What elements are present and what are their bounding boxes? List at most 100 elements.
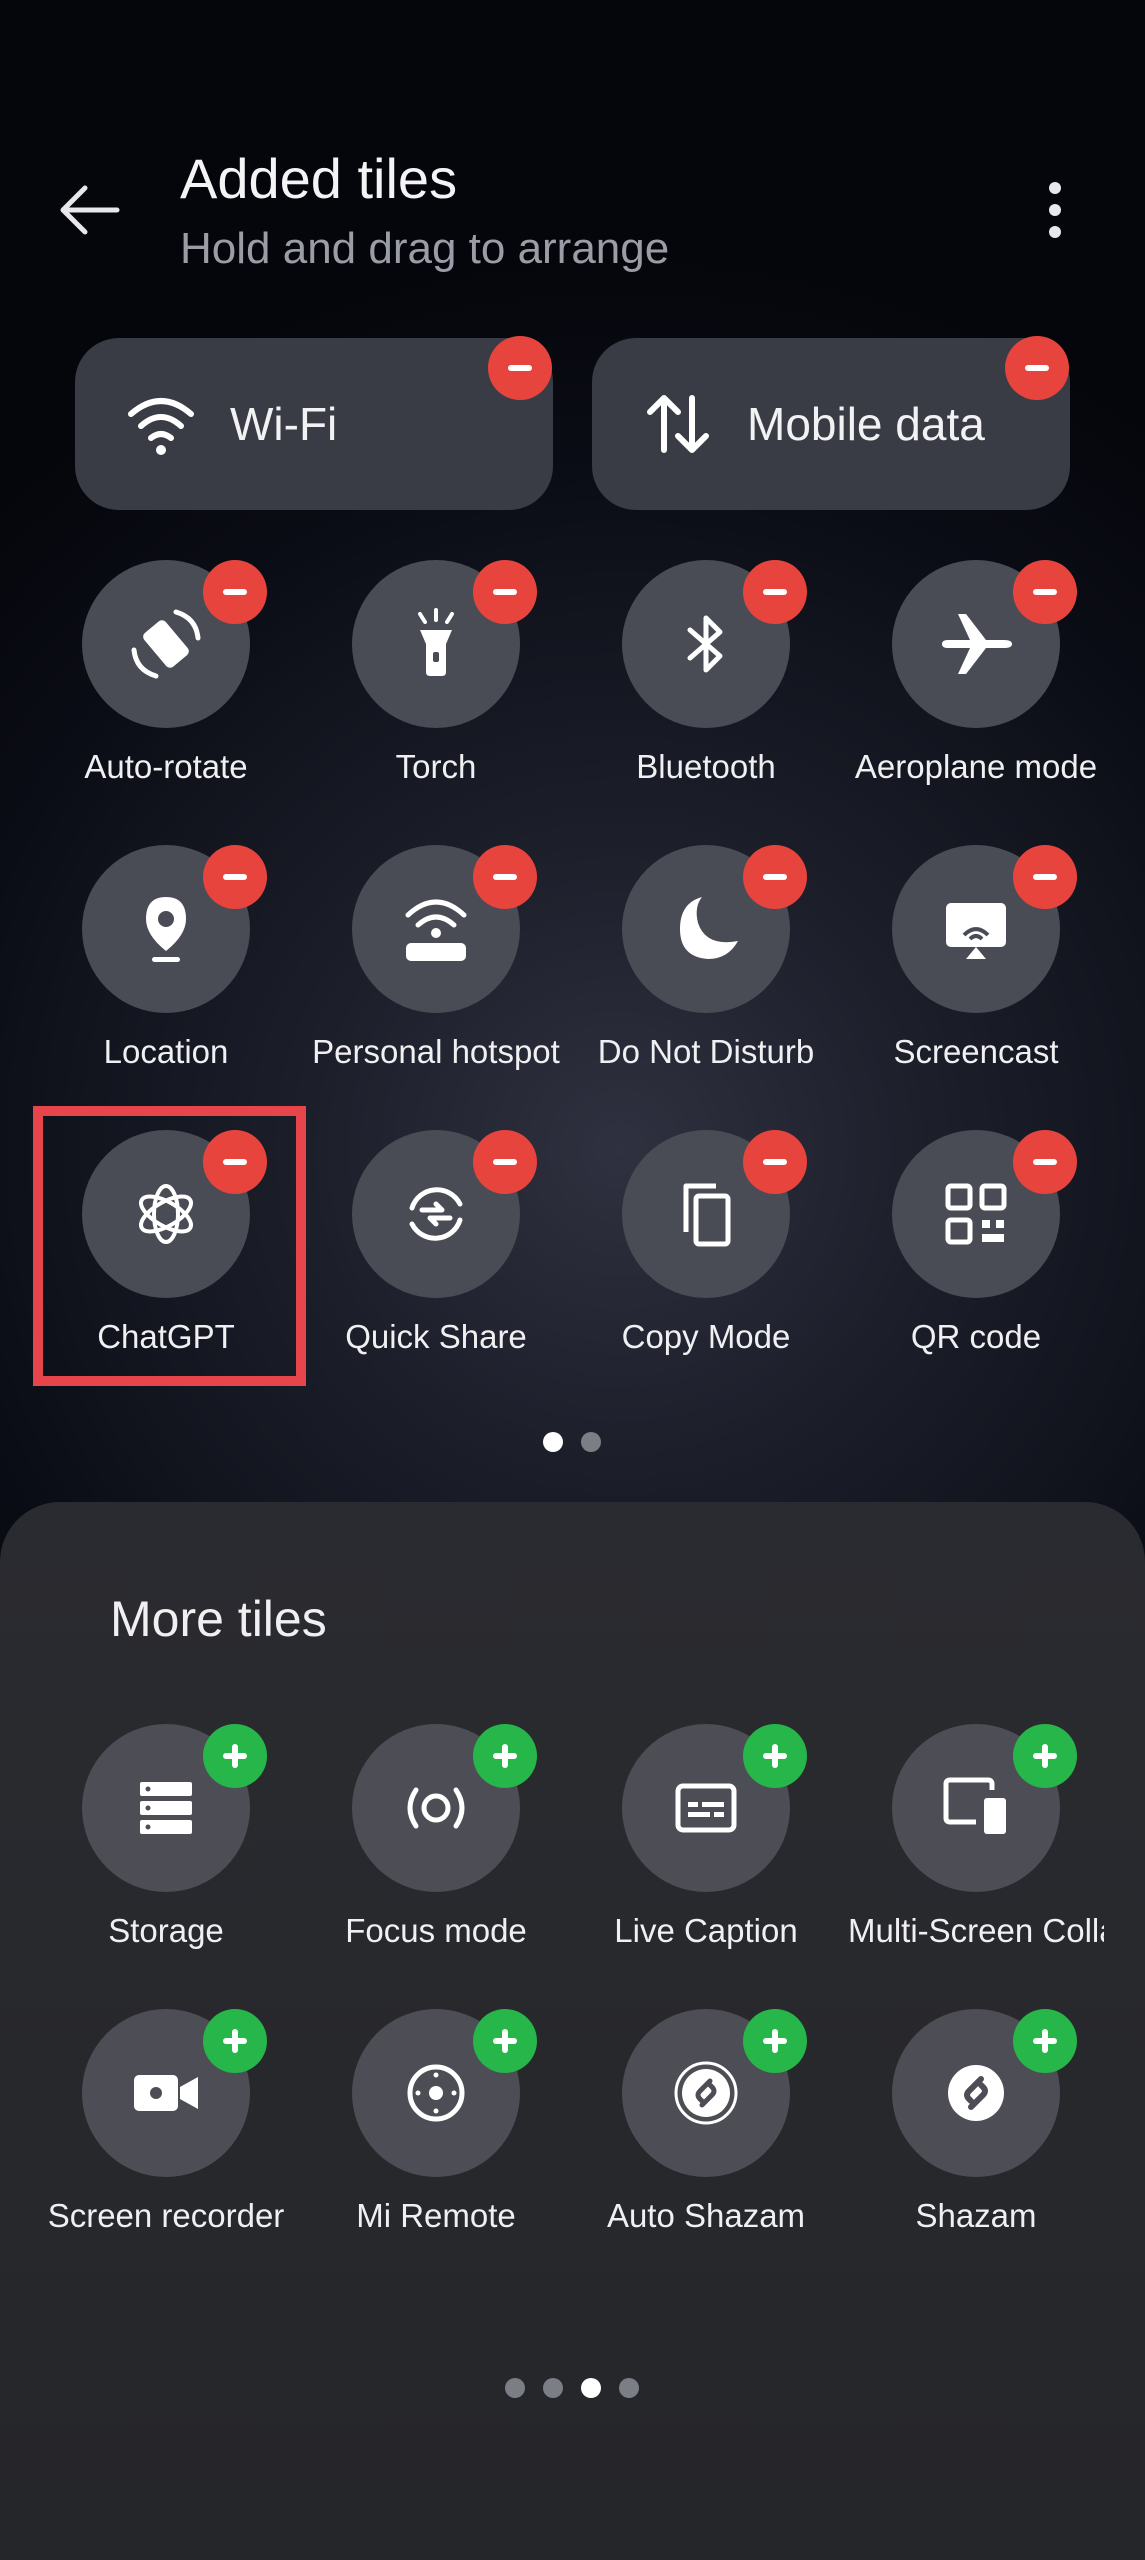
bluetooth-icon [687,615,723,673]
screencast-icon [946,903,1006,959]
mobile-data-icon [647,395,709,453]
focus-mode-icon [407,1787,465,1829]
wifi-icon [128,398,194,455]
minus-icon [1033,874,1057,880]
plus-icon [763,2029,787,2053]
tile-label: Auto Shazam [606,2197,806,2234]
storage-icon [140,1782,192,1834]
remove-tile-button[interactable] [1013,1130,1077,1194]
minus-icon [493,1159,517,1165]
remove-tile-button[interactable] [743,560,807,624]
remote-icon [407,2064,465,2122]
page-dot[interactable] [543,2378,563,2398]
remove-tile-button[interactable] [473,560,537,624]
tile-label: Copy Mode [621,1318,791,1355]
aeroplane-icon [942,614,1012,674]
add-tile-button[interactable] [473,2009,537,2073]
plus-icon [763,1744,787,1768]
shazam-icon [948,2065,1004,2121]
more-tiles-title: More tiles [110,1591,327,1647]
remove-tile-button[interactable] [743,1130,807,1194]
page-dot-active[interactable] [543,1432,563,1452]
remove-tile-button[interactable] [743,845,807,909]
more-options-button[interactable] [1030,180,1080,240]
minus-icon [493,874,517,880]
tile-label: Storage [108,1912,224,1949]
minus-icon [223,589,247,595]
plus-icon [1033,2029,1057,2053]
qr-code-icon [945,1183,1007,1245]
remove-tile-button[interactable] [203,560,267,624]
tile-label: Wi-Fi [230,398,338,450]
auto-rotate-icon [131,609,201,679]
copy-icon [683,1183,731,1247]
minus-icon [1025,365,1049,371]
remove-tile-button[interactable] [1013,845,1077,909]
tile-label: Personal hotspot [312,1033,560,1070]
page-dot[interactable] [619,2378,639,2398]
remove-tile-button[interactable] [203,845,267,909]
remove-tile-button[interactable] [1013,560,1077,624]
tile-wifi[interactable]: Wi-Fi [75,338,553,510]
page-subtitle: Hold and drag to arrange [180,224,670,273]
multi-screen-icon [943,1777,1006,1834]
minus-icon [1033,589,1057,595]
arrow-left-icon [60,185,120,235]
add-tile-button[interactable] [1013,1724,1077,1788]
location-icon [146,897,186,962]
add-tile-button[interactable] [743,1724,807,1788]
remove-tile-button[interactable] [473,845,537,909]
minus-icon [493,589,517,595]
plus-icon [1033,1744,1057,1768]
add-tile-button[interactable] [203,1724,267,1788]
remove-mobile-data-button[interactable] [1005,336,1069,400]
video-camera-icon [134,2075,198,2111]
highlight-box [33,1106,306,1386]
remove-wifi-button[interactable] [488,336,552,400]
tile-mobile-data[interactable]: Mobile data [592,338,1070,510]
add-tile-button[interactable] [473,1724,537,1788]
torch-icon [418,608,454,676]
tile-label: Do Not Disturb [597,1033,815,1070]
moon-icon [680,897,738,959]
more-vert-icon [1049,182,1061,238]
minus-icon [1033,1159,1057,1165]
auto-shazam-icon [674,2061,738,2125]
tile-label: Screencast [893,1033,1059,1070]
page-dot-active[interactable] [581,2378,601,2398]
page-title: Added tiles [180,147,458,210]
tile-label: QR code [910,1318,1042,1355]
tile-label: Bluetooth [636,748,776,785]
plus-icon [223,1744,247,1768]
minus-icon [223,874,247,880]
minus-icon [763,589,787,595]
tile-label: Torch [395,748,477,785]
tile-label: Focus mode [345,1912,527,1949]
tile-label: Mi Remote [356,2197,516,2234]
back-button[interactable] [55,180,125,240]
plus-icon [223,2029,247,2053]
quick-share-icon [409,1187,463,1241]
plus-icon [493,1744,517,1768]
remove-tile-button[interactable] [473,1130,537,1194]
tile-label: Mobile data [747,398,985,450]
hotspot-icon [405,899,467,961]
add-tile-button[interactable] [203,2009,267,2073]
page-dot[interactable] [581,1432,601,1452]
tile-label: Auto-rotate [84,748,248,785]
plus-icon [493,2029,517,2053]
tile-label: Quick Share [345,1318,527,1355]
minus-icon [508,365,532,371]
tile-label: Multi-Screen Collaboration [848,1912,1104,1949]
tile-label: Aeroplane mode [854,748,1098,785]
page-dot[interactable] [505,2378,525,2398]
minus-icon [763,874,787,880]
live-caption-icon [675,1783,737,1833]
tile-label: Shazam [915,2197,1037,2234]
add-tile-button[interactable] [743,2009,807,2073]
tile-label: Screen recorder [47,2197,285,2234]
add-tile-button[interactable] [1013,2009,1077,2073]
tile-label: Location [103,1033,229,1070]
minus-icon [763,1159,787,1165]
tile-label: Live Caption [614,1912,798,1949]
